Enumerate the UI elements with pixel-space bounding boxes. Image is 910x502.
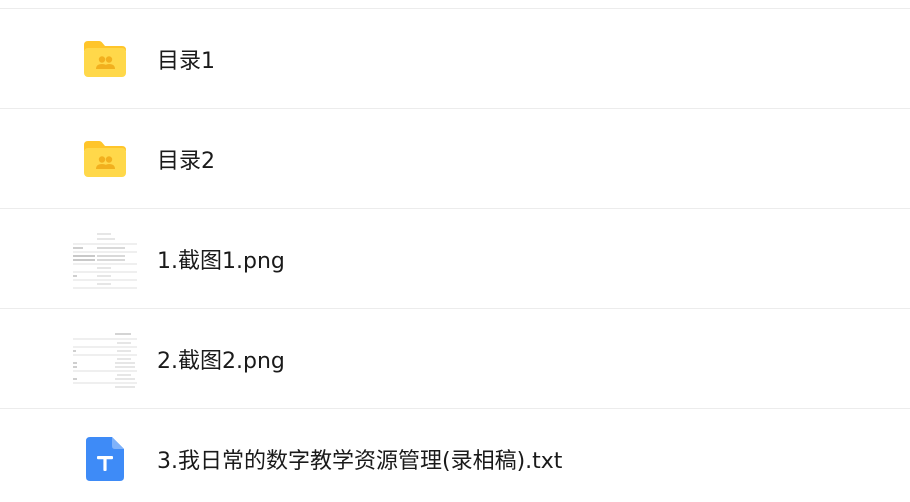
list-item-image-2[interactable]: 2.截图2.png — [0, 309, 910, 409]
list-item-text-1[interactable]: 3.我日常的数字教学资源管理(录相稿).txt — [0, 409, 910, 502]
txt-file-icon — [73, 434, 137, 484]
file-name[interactable]: 3.我日常的数字教学资源管理(录相稿).txt — [157, 443, 562, 475]
file-name[interactable]: 2.截图2.png — [157, 343, 285, 375]
file-name[interactable]: 目录2 — [157, 143, 215, 175]
image-thumbnail — [73, 229, 137, 289]
list-item-folder-1[interactable]: 目录1 — [0, 9, 910, 109]
file-name[interactable]: 1.截图1.png — [157, 243, 285, 275]
shared-folder-icon — [73, 134, 137, 184]
list-item-image-1[interactable]: 1.截图1.png — [0, 209, 910, 309]
file-name[interactable]: 目录1 — [157, 43, 215, 75]
image-thumbnail — [73, 329, 137, 389]
list-item-folder-2[interactable]: 目录2 — [0, 109, 910, 209]
shared-folder-icon — [73, 34, 137, 84]
file-list: 目录1 目录2 1.截图1.png 2.截图2.png 3.我日常的数字教学资源… — [0, 0, 910, 502]
